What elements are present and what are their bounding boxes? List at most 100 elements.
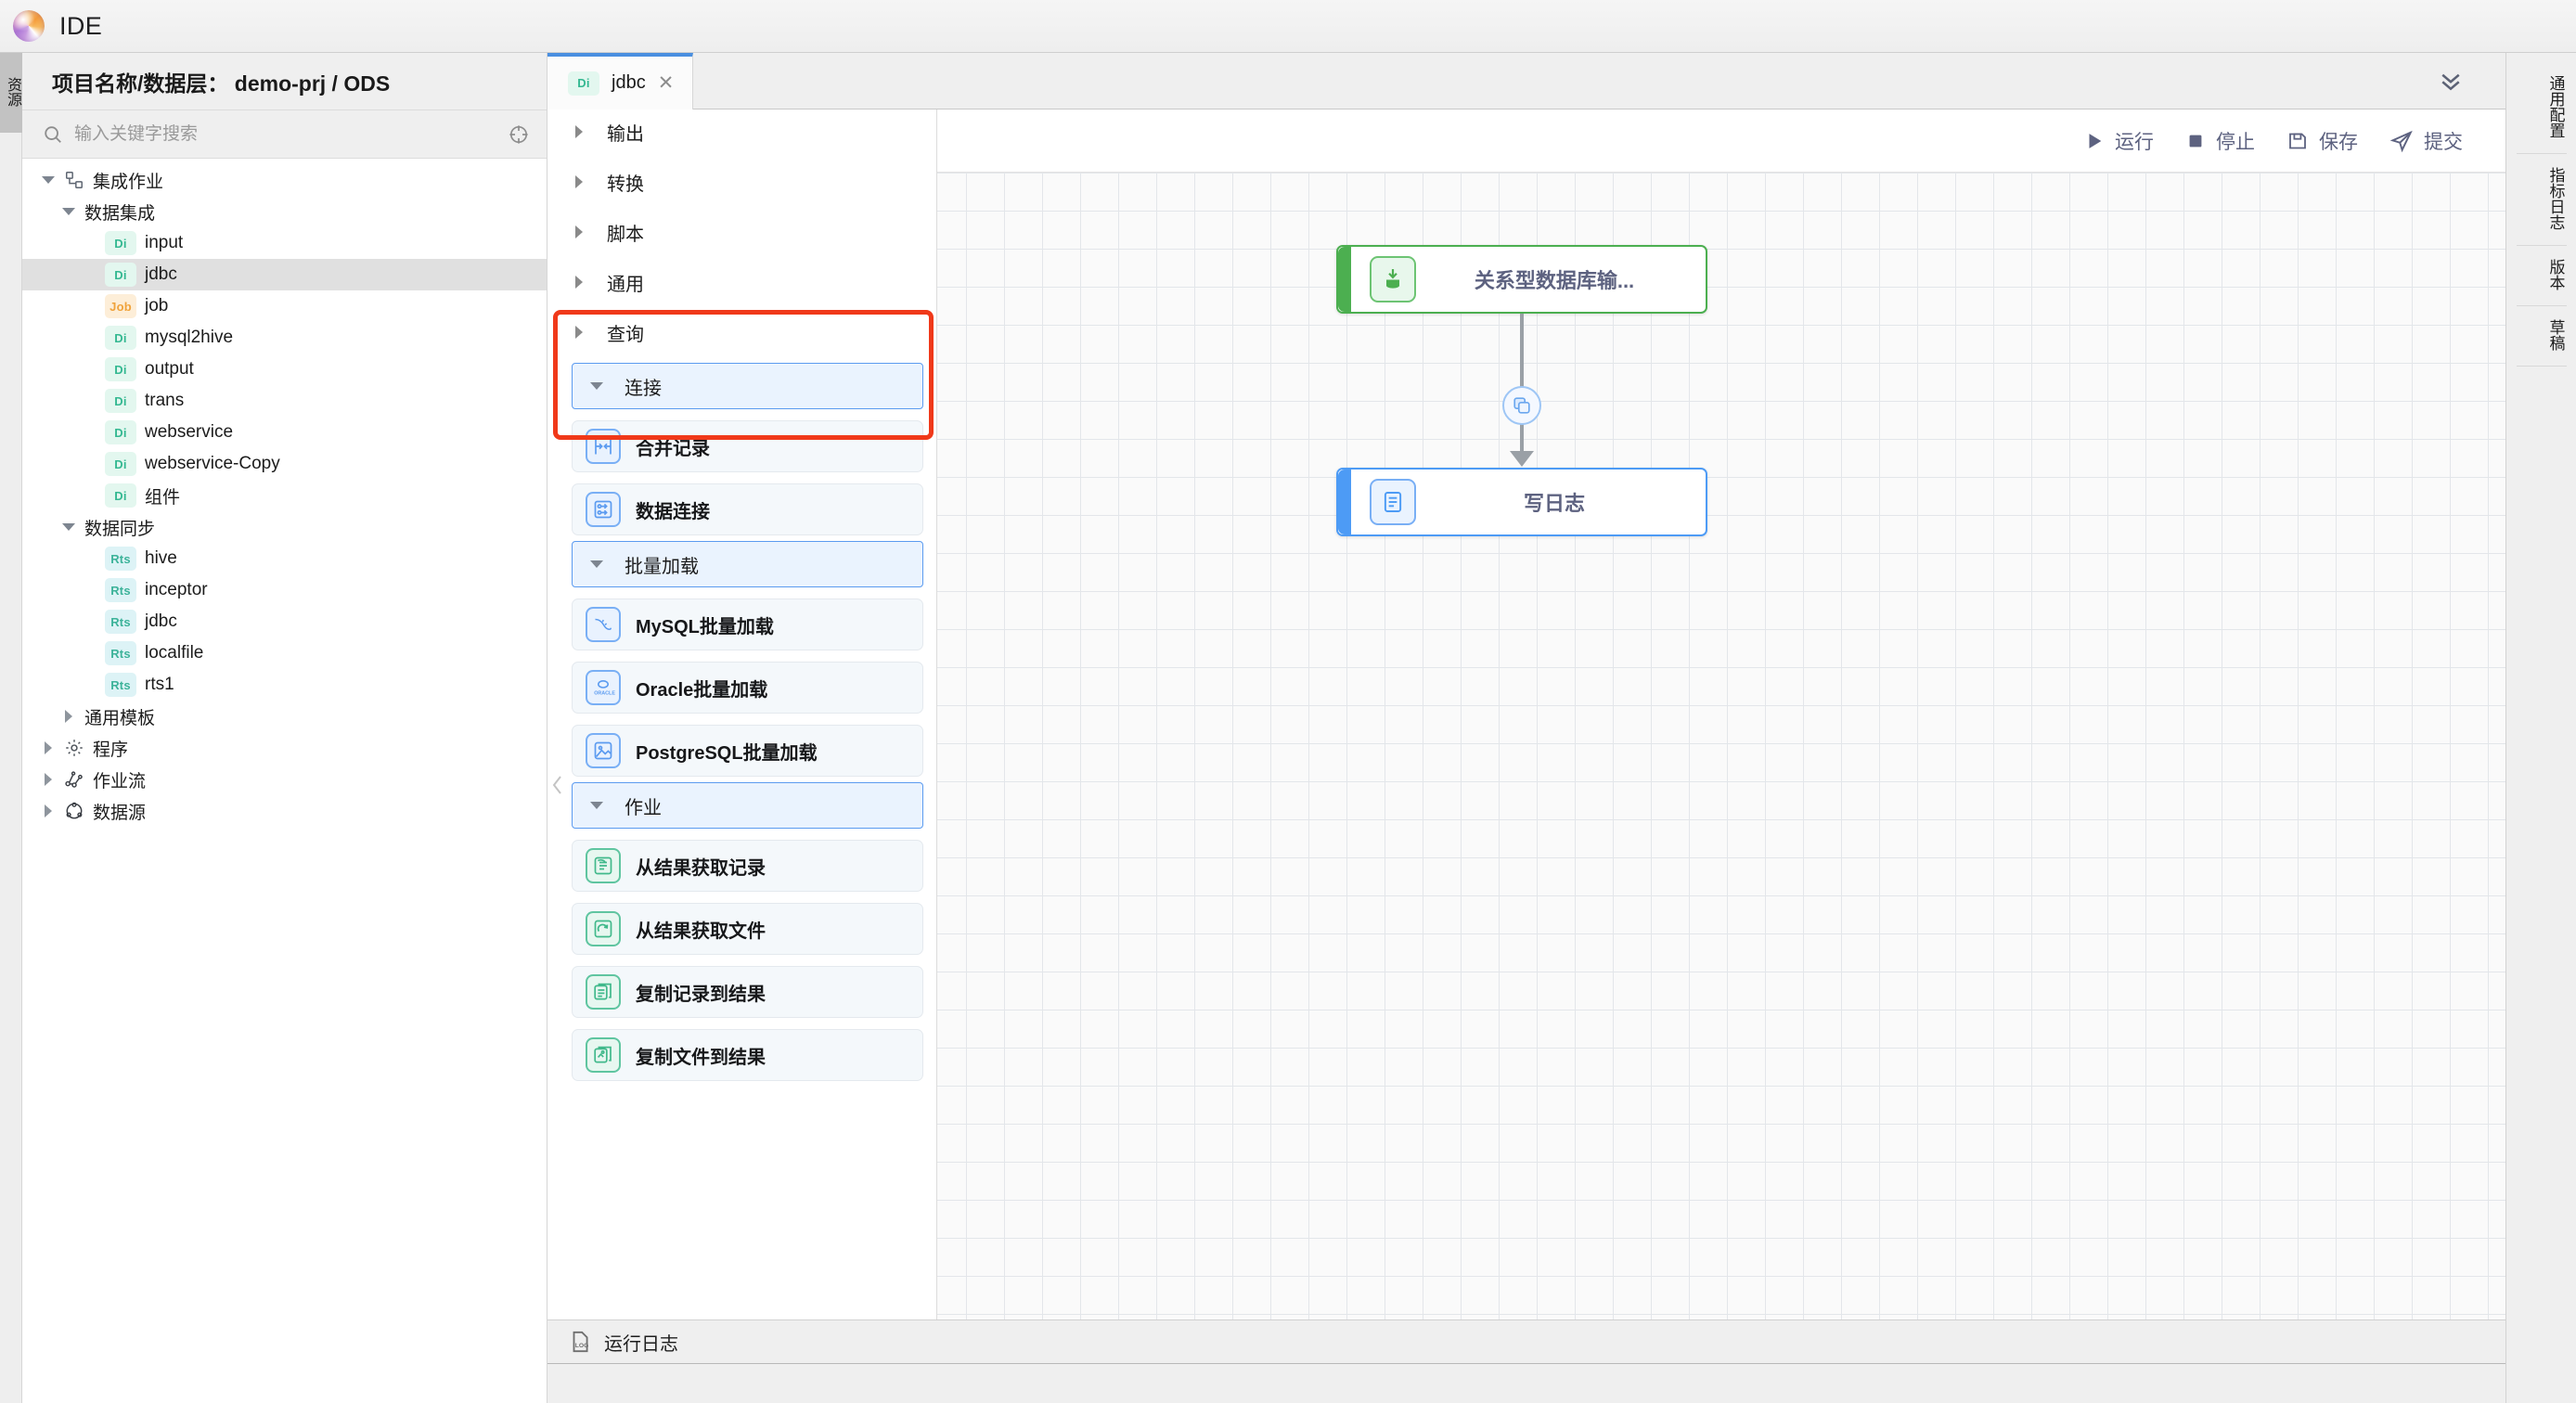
palette-item-从结果获取文件[interactable]: 从结果获取文件 <box>572 903 923 955</box>
palette-category-输出[interactable]: 输出 <box>547 107 936 157</box>
palette-category-转换[interactable]: 转换 <box>547 157 936 207</box>
palette-item-label: MySQL批量加载 <box>636 611 774 638</box>
palette-category-通用[interactable]: 通用 <box>547 257 936 307</box>
chevron-right-icon[interactable] <box>572 225 586 239</box>
toolbar-button-提交[interactable]: 提交 <box>2389 127 2463 155</box>
tree-item-数据集成[interactable]: 数据集成 <box>22 196 547 227</box>
toolbar-button-运行[interactable]: 运行 <box>2084 127 2154 155</box>
crosshair-target-icon[interactable] <box>508 123 530 146</box>
tree-item-label: jdbc <box>145 611 177 632</box>
chevron-down-icon[interactable] <box>61 520 76 534</box>
chevron-right-icon[interactable] <box>41 772 56 787</box>
tree-item-webservice-Copy[interactable]: Diwebservice-Copy <box>22 448 547 480</box>
node-label: 写日志 <box>1416 487 1706 517</box>
palette-item-合并记录[interactable]: 合并记录 <box>572 420 923 472</box>
chevron-down-icon[interactable] <box>589 379 604 393</box>
log-file-icon: LOG <box>568 1330 592 1354</box>
flow-node-database-input[interactable]: 关系型数据库输... <box>1336 245 1707 314</box>
chevron-down-icon[interactable] <box>41 173 56 187</box>
chevron-down-icon[interactable] <box>61 204 76 219</box>
chevron-down-icon[interactable] <box>589 798 604 813</box>
tree-item-inceptor[interactable]: Rtsinceptor <box>22 574 547 606</box>
type-badge-rts: Rts <box>105 641 136 665</box>
palette-item-Oracle批量加载[interactable]: ORACLEOracle批量加载 <box>572 662 923 714</box>
run-log-bar[interactable]: LOG 运行日志 <box>547 1319 2505 1364</box>
type-badge-di: Di <box>105 326 136 350</box>
chevron-right-icon[interactable] <box>572 124 586 139</box>
tree-item-hive[interactable]: Rtshive <box>22 543 547 574</box>
copy-rows-icon[interactable] <box>1502 386 1541 425</box>
tree-item-job[interactable]: Jobjob <box>22 290 547 322</box>
palette-item-label: 复制文件到结果 <box>636 1042 766 1069</box>
palette-item-label: 合并记录 <box>636 433 710 460</box>
tree-item-组件[interactable]: Di组件 <box>22 480 547 511</box>
tree-item-jdbc[interactable]: Rtsjdbc <box>22 606 547 637</box>
tree-item-output[interactable]: Dioutput <box>22 354 547 385</box>
palette-category-脚本[interactable]: 脚本 <box>547 207 936 257</box>
type-badge-rts: Rts <box>105 610 136 634</box>
right-rail-item-草稿[interactable]: 草稿 <box>2517 306 2567 367</box>
type-badge-rts: Rts <box>105 673 136 697</box>
palette-collapse-handle[interactable] <box>547 736 568 834</box>
palette-item-复制文件到结果[interactable]: 复制文件到结果 <box>572 1029 923 1081</box>
tab-jdbc[interactable]: Di jdbc ✕ <box>547 53 693 109</box>
palette-item-从结果获取记录[interactable]: 从结果获取记录 <box>572 840 923 892</box>
right-rail-item-指标日志[interactable]: 指标日志 <box>2517 154 2567 246</box>
node-label: 关系型数据库输... <box>1416 264 1706 294</box>
tree-item-数据源[interactable]: 数据源 <box>22 795 547 827</box>
tree-item-label: output <box>145 359 194 380</box>
flow-node-write-log[interactable]: 写日志 <box>1336 468 1707 536</box>
tree-item-label: input <box>145 233 183 253</box>
tree-spacer <box>82 551 97 566</box>
chevron-right-icon[interactable] <box>572 325 586 340</box>
palette-group-连接[interactable]: 连接 <box>572 363 923 409</box>
toolbar-button-label: 停止 <box>2216 127 2255 155</box>
tree-item-webservice[interactable]: Diwebservice <box>22 417 547 448</box>
palette-item-MySQL批量加载[interactable]: MySQL批量加载 <box>572 599 923 650</box>
palette-item-数据连接[interactable]: 数据连接 <box>572 483 923 535</box>
play-icon <box>2084 131 2105 151</box>
rail-tab-resources[interactable]: 资源 <box>0 53 22 133</box>
tree-item-input[interactable]: Diinput <box>22 227 547 259</box>
palette-item-label: PostgreSQL批量加载 <box>636 738 818 765</box>
palette-item-PostgreSQL批量加载[interactable]: PostgreSQL批量加载 <box>572 725 923 777</box>
chevron-right-icon[interactable] <box>572 174 586 189</box>
tab-badge: Di <box>568 71 599 96</box>
postgresql-icon <box>586 733 621 768</box>
submit-send-icon <box>2389 129 2414 153</box>
palette-item-复制记录到结果[interactable]: 复制记录到结果 <box>572 966 923 1018</box>
toolbar-button-保存[interactable]: 保存 <box>2286 127 2358 155</box>
tree-item-作业流[interactable]: 作业流 <box>22 764 547 795</box>
chevron-right-icon[interactable] <box>61 709 76 724</box>
tree-item-localfile[interactable]: Rtslocalfile <box>22 637 547 669</box>
tree-item-label: rts1 <box>145 675 174 695</box>
tree-item-jdbc[interactable]: Dijdbc <box>22 259 547 290</box>
palette-group-批量加载[interactable]: 批量加载 <box>572 541 923 587</box>
search-row <box>22 110 547 159</box>
tree-item-通用模板[interactable]: 通用模板 <box>22 701 547 732</box>
tree-item-集成作业[interactable]: 集成作业 <box>22 164 547 196</box>
chevron-right-icon[interactable] <box>41 804 56 818</box>
tree-item-label: 数据同步 <box>84 515 155 540</box>
toolbar-button-停止[interactable]: 停止 <box>2185 127 2255 155</box>
palette-group-作业[interactable]: 作业 <box>572 782 923 829</box>
tree-item-mysql2hive[interactable]: Dimysql2hive <box>22 322 547 354</box>
chevron-right-icon[interactable] <box>41 740 56 755</box>
flow-canvas[interactable]: 关系型数据库输... 写日志 <box>937 173 2505 1319</box>
tree-item-程序[interactable]: 程序 <box>22 732 547 764</box>
right-rail-item-通用配置[interactable]: 通用配置 <box>2517 62 2567 154</box>
right-rail-item-版本[interactable]: 版本 <box>2517 246 2567 306</box>
palette-category-查询[interactable]: 查询 <box>547 307 936 357</box>
palette-item-label: 从结果获取记录 <box>636 853 766 880</box>
search-input[interactable] <box>74 124 496 145</box>
palette-item-label: 从结果获取文件 <box>636 916 766 943</box>
tree-item-数据同步[interactable]: 数据同步 <box>22 511 547 543</box>
palette-group-label: 批量加载 <box>625 551 699 578</box>
chevron-right-icon[interactable] <box>572 275 586 290</box>
close-icon[interactable]: ✕ <box>658 71 675 95</box>
tree-item-trans[interactable]: Ditrans <box>22 385 547 417</box>
toolbar-button-label: 运行 <box>2115 127 2154 155</box>
tree-item-rts1[interactable]: Rts rts1 <box>22 669 547 701</box>
chevron-down-icon[interactable] <box>589 557 604 572</box>
chevron-double-down-icon[interactable] <box>2418 53 2483 109</box>
